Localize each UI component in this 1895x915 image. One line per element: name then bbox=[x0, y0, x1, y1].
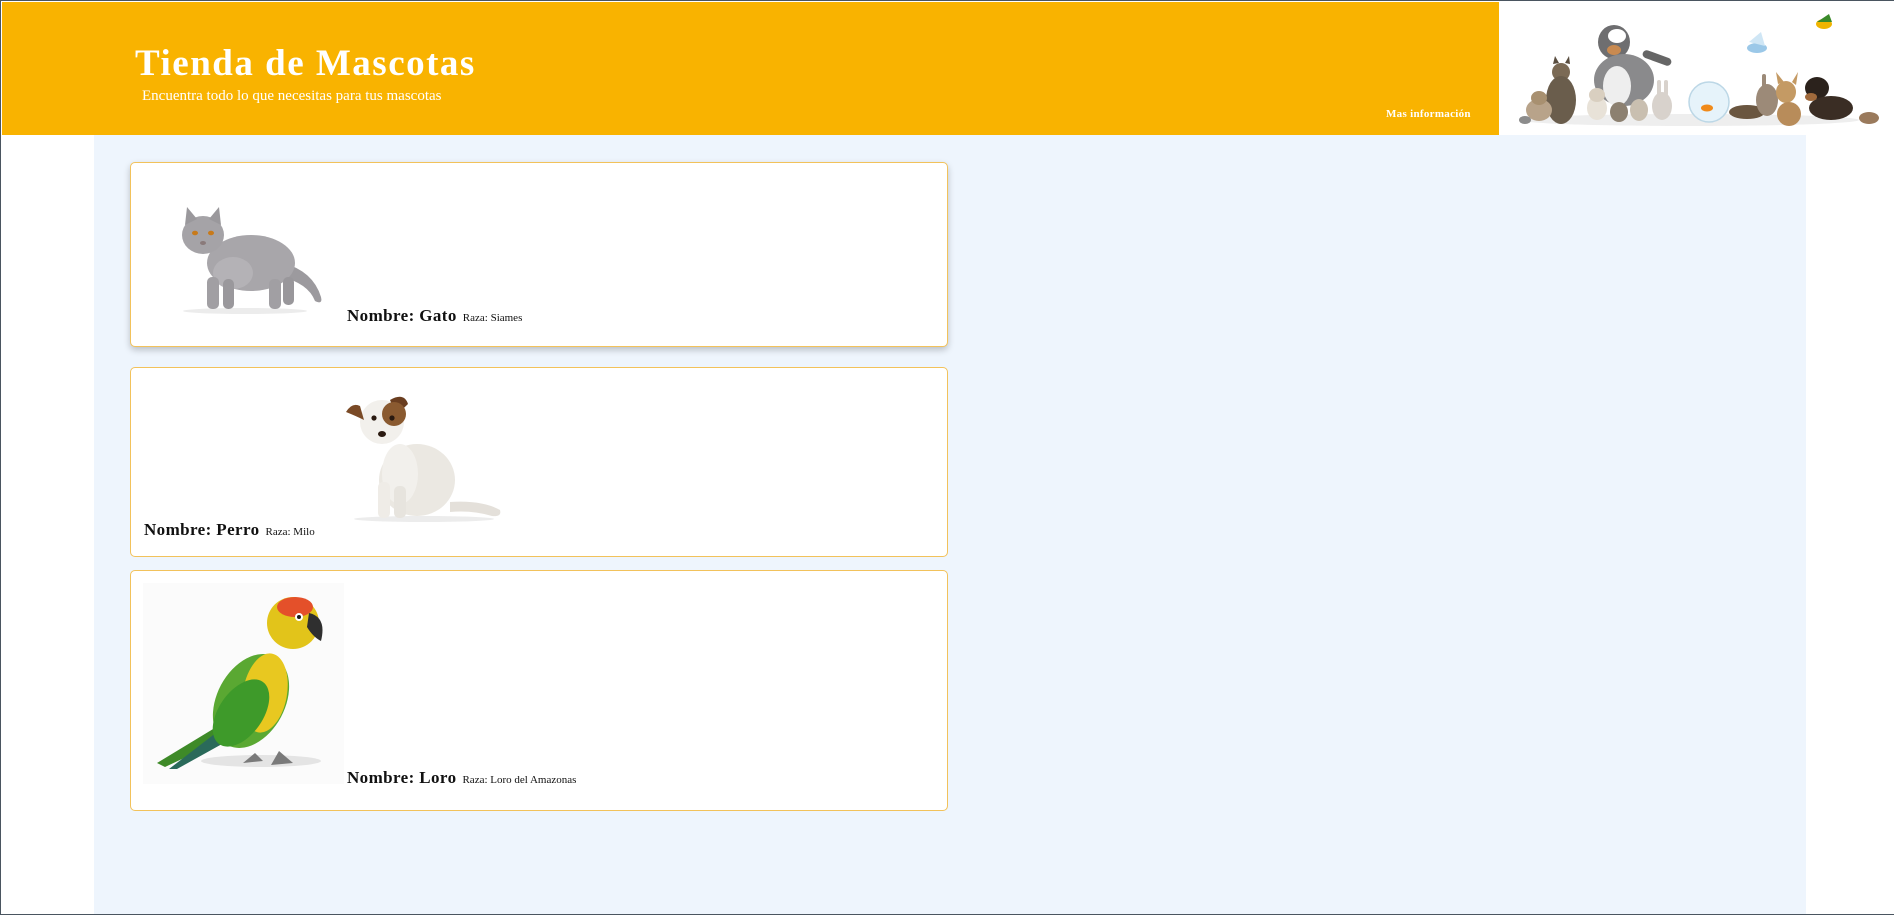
pet-name: Nombre: Loro bbox=[347, 768, 457, 787]
green-parrot-image bbox=[143, 583, 344, 784]
page-title: Tienda de Mascotas bbox=[135, 43, 476, 84]
pet-caption: Nombre: Perro Raza: Milo bbox=[144, 520, 315, 540]
pet-card-perro[interactable]: Nombre: Perro Raza: Milo bbox=[130, 367, 948, 557]
pet-name: Nombre: Gato bbox=[347, 306, 457, 325]
gray-cat-image bbox=[163, 193, 328, 317]
gray-cat-photo-icon bbox=[182, 207, 322, 314]
main-content: Nombre: Gato Raza: Siames Nombre: Perro … bbox=[94, 135, 1806, 914]
pet-card-loro[interactable]: Nombre: Loro Raza: Loro del Amazonas bbox=[130, 570, 948, 811]
pet-caption: Nombre: Gato Raza: Siames bbox=[347, 306, 522, 326]
pet-card-gato[interactable]: Nombre: Gato Raza: Siames bbox=[130, 162, 948, 347]
app-window: Tienda de Mascotas Encuentra todo lo que… bbox=[0, 0, 1894, 915]
pet-breed: Raza: Siames bbox=[462, 312, 523, 324]
pets-group-icon bbox=[1499, 2, 1894, 135]
white-dog-image bbox=[342, 392, 505, 524]
pet-breed: Raza: Milo bbox=[265, 526, 315, 538]
pet-name: Nombre: Perro bbox=[144, 520, 260, 539]
page-subtitle: Encuentra todo lo que necesitas para tus… bbox=[142, 88, 442, 104]
more-info-link[interactable]: Mas información bbox=[1386, 108, 1471, 120]
banner-image bbox=[1499, 2, 1894, 135]
site-header: Tienda de Mascotas Encuentra todo lo que… bbox=[2, 2, 1499, 135]
pet-breed: Raza: Loro del Amazonas bbox=[462, 774, 577, 786]
green-parrot-photo-icon bbox=[143, 583, 344, 784]
white-dog-photo-icon bbox=[346, 396, 501, 522]
pet-caption: Nombre: Loro Raza: Loro del Amazonas bbox=[347, 768, 576, 788]
